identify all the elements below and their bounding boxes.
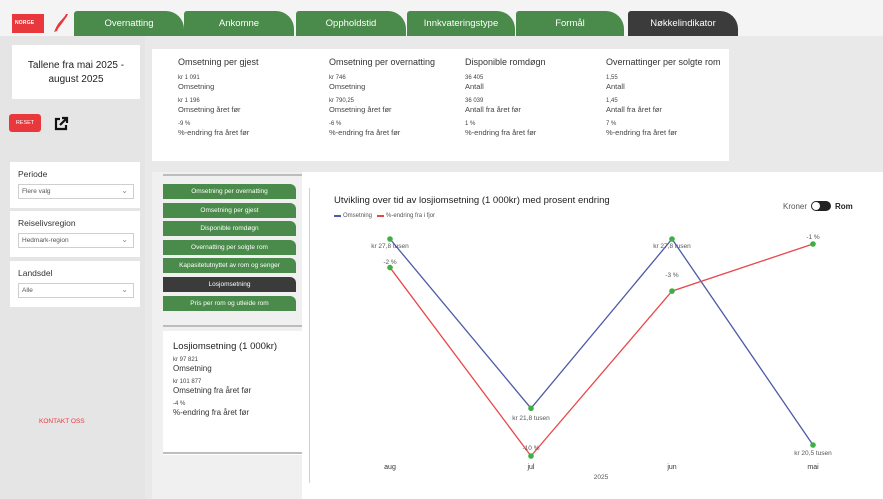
x-tick-jun: jun — [666, 464, 676, 471]
line-chart: kr 27,8 tusen kr 21,8 tusen kr 27,8 tusen k… — [371, 234, 832, 481]
point-omsetning-mai — [810, 442, 816, 448]
data-label-omsetning-jul: kr 21,8 tusen — [512, 415, 550, 422]
point-endring-jul — [528, 453, 534, 459]
point-endring-mai — [810, 241, 816, 247]
point-omsetning-jul — [528, 405, 534, 412]
data-label-omsetning-mai: kr 20,5 tusen — [794, 450, 832, 457]
x-tick-aug: aug — [384, 464, 396, 471]
data-label-endring-jul: -10 % — [523, 445, 540, 452]
data-label-omsetning-aug: kr 27,8 tusen — [371, 243, 409, 250]
data-label-endring-aug: -2 % — [383, 259, 397, 266]
series-line-endring — [389, 243, 814, 458]
data-label-omsetning-jun: kr 27,8 tusen — [653, 243, 691, 250]
point-omsetning-jun — [669, 236, 675, 242]
series-line-omsetning — [389, 237, 814, 446]
data-label-endring-jun: -3 % — [665, 272, 679, 279]
point-omsetning-aug — [387, 236, 393, 242]
x-tick-mai: mai — [807, 464, 819, 471]
data-label-endring-mai: -1 % — [806, 234, 820, 241]
point-endring-jun — [669, 288, 675, 294]
x-tick-jul: jul — [526, 464, 534, 471]
x-axis-label: 2025 — [594, 474, 609, 481]
